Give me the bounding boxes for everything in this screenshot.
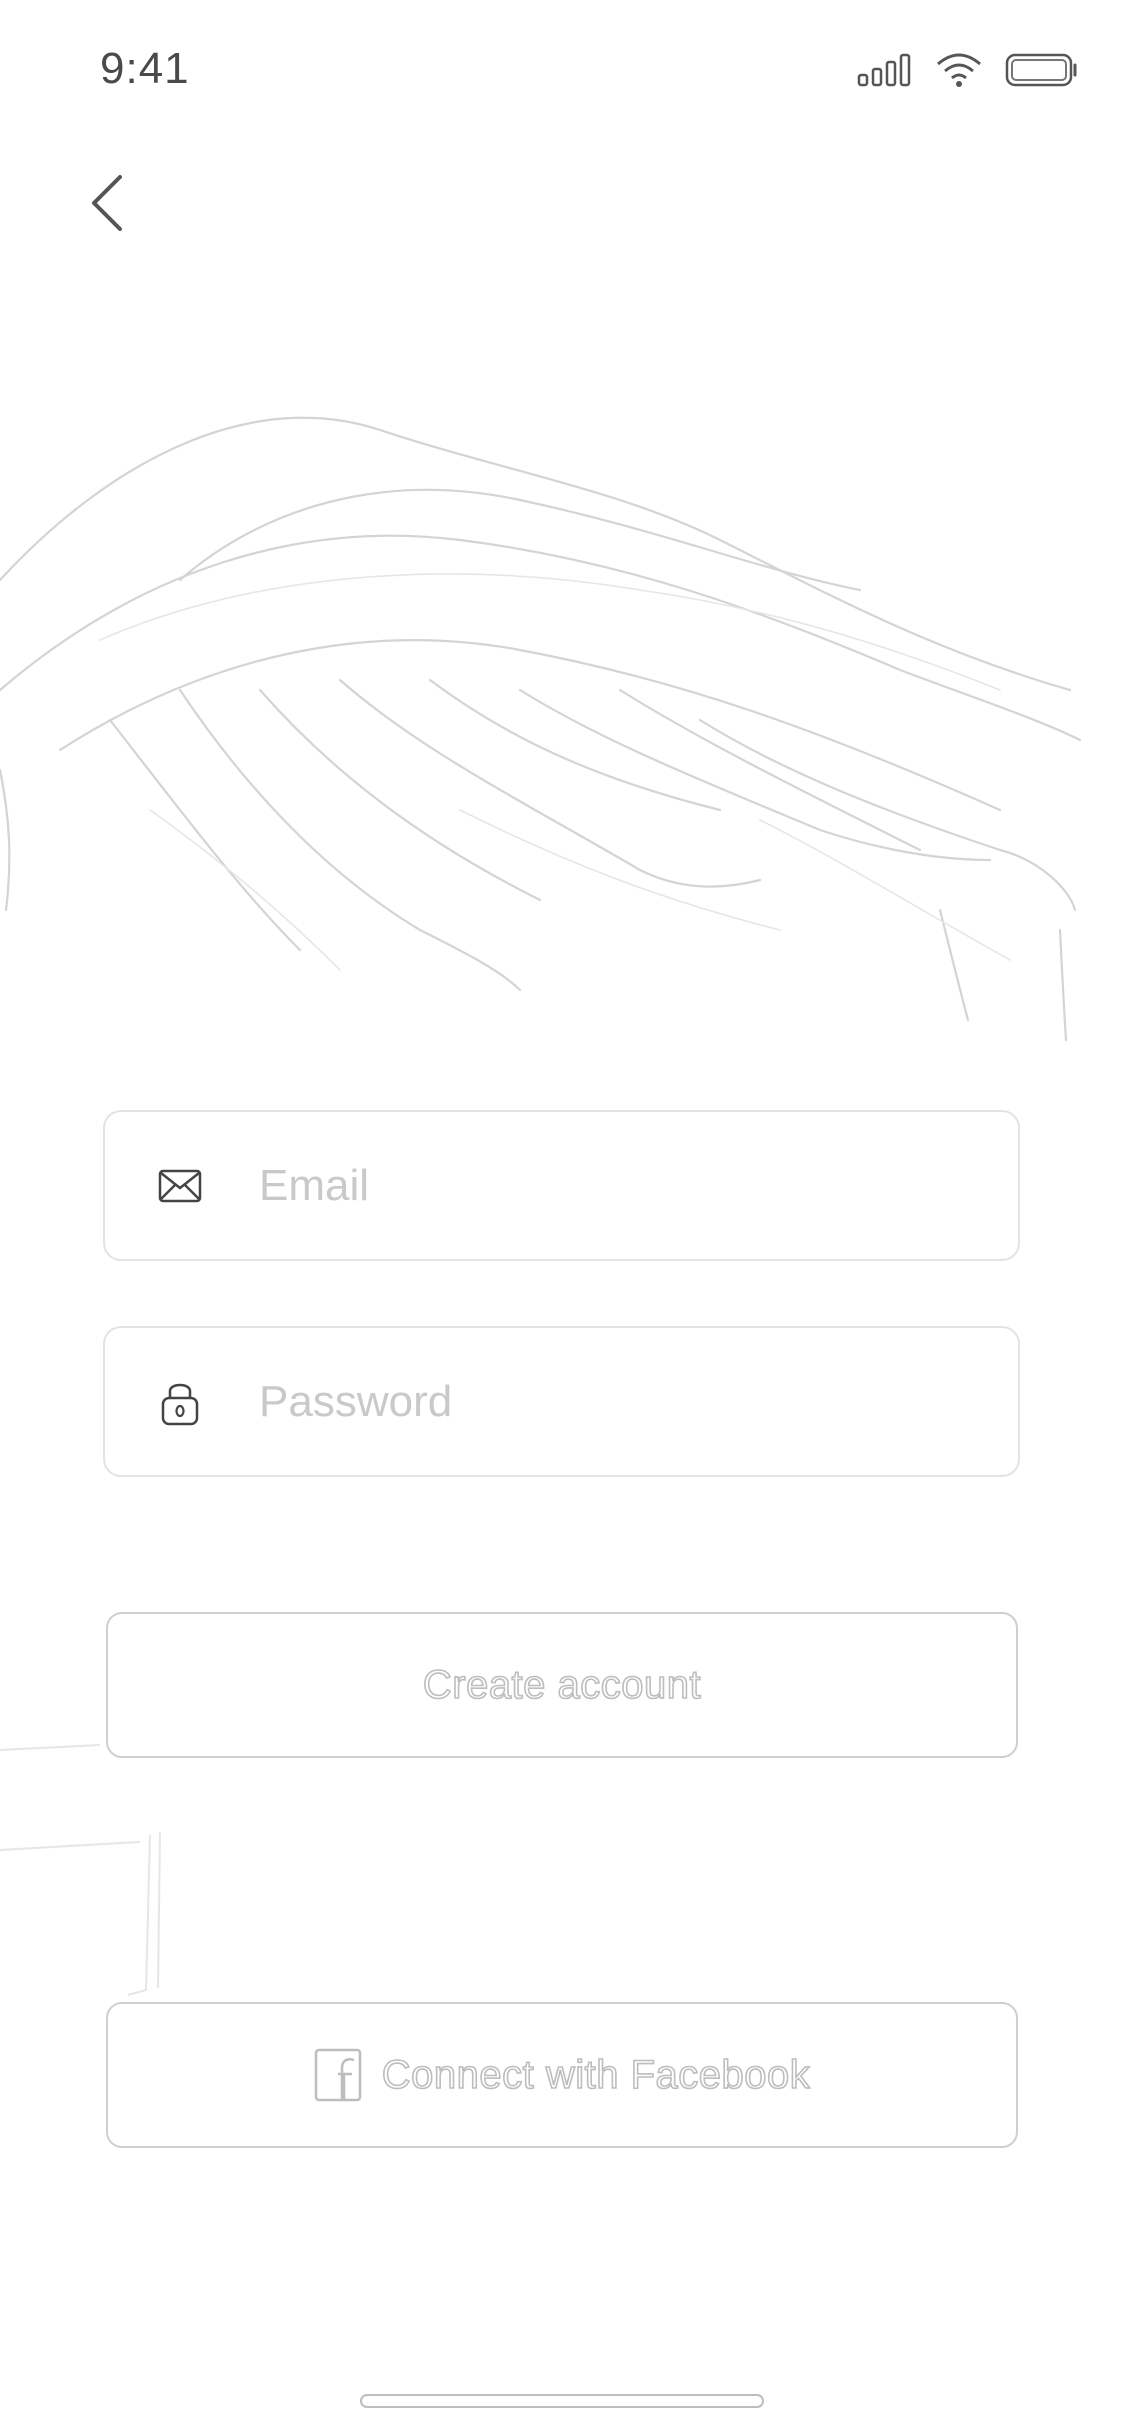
- email-field[interactable]: [103, 1110, 1020, 1261]
- create-account-button[interactable]: Create account: [106, 1612, 1018, 1758]
- chevron-left-icon: [92, 175, 122, 231]
- password-input[interactable]: [255, 1328, 988, 1475]
- create-account-label: Create account: [422, 1662, 702, 1708]
- password-field[interactable]: [103, 1326, 1020, 1477]
- wifi-icon: [937, 53, 981, 87]
- facebook-icon: [314, 2048, 362, 2102]
- status-time: 9:41: [100, 44, 190, 93]
- home-indicator: [360, 2394, 764, 2408]
- battery-icon: [1005, 53, 1077, 87]
- status-bar: 9:41: [0, 0, 1125, 140]
- signal-icon: [857, 53, 911, 87]
- decorative-lines: [0, 1744, 161, 1996]
- lock-icon: [157, 1377, 203, 1427]
- status-icons: [857, 50, 1081, 90]
- back-button[interactable]: [78, 168, 134, 238]
- connect-facebook-label: Connect with Facebook: [381, 2052, 811, 2098]
- email-input[interactable]: [255, 1112, 988, 1259]
- envelope-icon: [157, 1161, 203, 1211]
- connect-facebook-button[interactable]: Connect with Facebook: [106, 2002, 1018, 2148]
- leaf-illustration: [0, 416, 1082, 1042]
